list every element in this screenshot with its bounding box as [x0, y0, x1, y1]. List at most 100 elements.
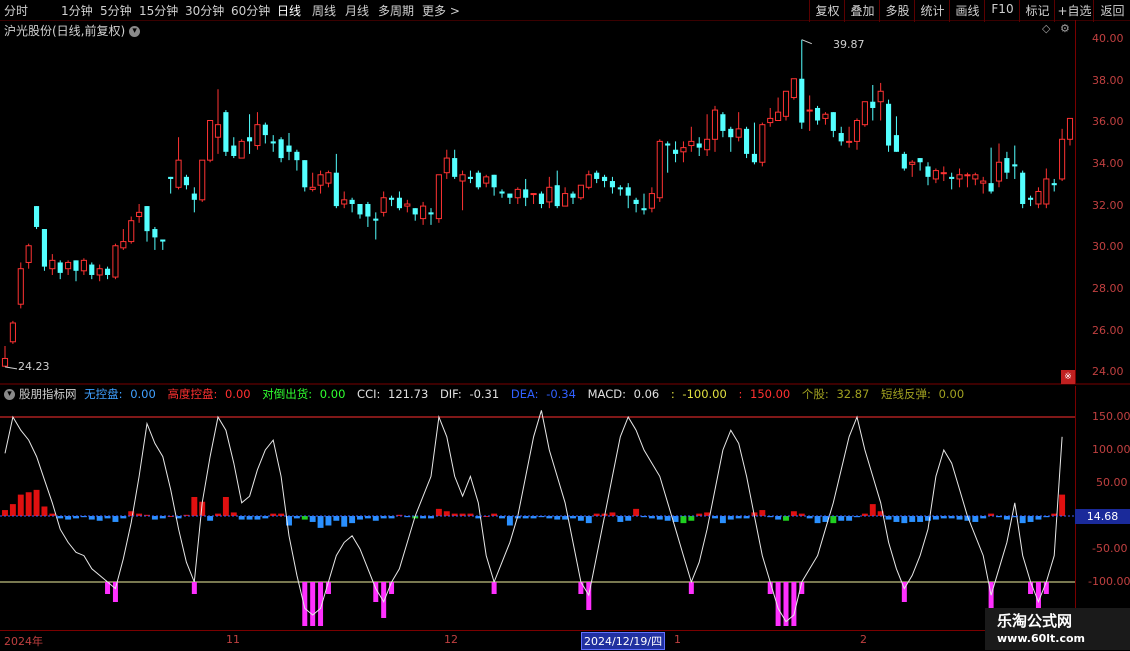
candle-body-down — [1012, 164, 1018, 167]
candle-body-down — [452, 158, 458, 177]
candle-body-down — [89, 264, 95, 275]
indicator-bar — [151, 516, 158, 520]
indicator-bar — [254, 516, 261, 520]
indicator-bar — [814, 516, 821, 524]
indicator-bar — [956, 516, 963, 520]
candle-body-up — [735, 128, 742, 138]
candle-body-up — [514, 188, 521, 199]
indicator-header: ▾ 股朋指标网 无控盘: 0.00 高度控盘: 0.00 对倒出货: 0.00 C… — [4, 386, 972, 402]
candle-body-down — [168, 176, 174, 179]
candle-body-down — [33, 206, 40, 227]
sign-icon[interactable]: ※ — [1061, 370, 1075, 384]
candle-body-up — [199, 159, 206, 201]
date-label: 11 — [226, 633, 240, 646]
candle-body-down — [57, 262, 63, 273]
candle-body-down — [41, 229, 48, 267]
candle-body-down — [183, 176, 190, 186]
indicator-bar — [625, 516, 632, 521]
indicator-bar — [309, 516, 316, 522]
oversold-spike — [389, 582, 395, 594]
indicator-bar — [88, 516, 95, 520]
candle-body-down — [475, 172, 481, 188]
candle-body-down — [885, 103, 892, 146]
indicator-bar — [112, 516, 119, 522]
candle-body-down — [73, 260, 79, 271]
candle-body-up — [128, 220, 135, 243]
kline-chart[interactable] — [0, 0, 1130, 650]
candle-body-up — [782, 90, 790, 117]
indicator-name[interactable]: 股朋指标网 — [19, 387, 77, 401]
candle-body-down — [625, 187, 631, 196]
candle-body-up — [711, 109, 719, 140]
candle-body-up — [822, 113, 829, 119]
indicator-bar — [357, 516, 363, 520]
candle-body-down — [104, 268, 111, 275]
candle-body-up — [656, 140, 663, 199]
candle-body-up — [790, 78, 797, 99]
candle-body-down — [696, 143, 702, 148]
candle-body-up — [65, 261, 72, 270]
ind-tick: 50.00 — [1096, 476, 1128, 489]
candle-body-up — [995, 161, 1003, 182]
candle-body-up — [435, 174, 442, 220]
indicator-bar — [1019, 516, 1026, 524]
candle-body-down — [152, 229, 158, 238]
indicator-bar — [222, 496, 229, 516]
candle-body-down — [396, 197, 403, 209]
candle-body-down — [262, 124, 268, 136]
ind-tick: 150.00 — [1092, 410, 1130, 423]
candle-body-down — [231, 145, 237, 156]
candle-body-up — [877, 90, 884, 103]
candle-body-down — [491, 174, 497, 188]
indicator-bar — [775, 516, 782, 520]
candle-body-up — [688, 140, 695, 147]
candle-body-down — [893, 135, 900, 152]
candle-body-down — [751, 153, 758, 163]
candle-body-up — [175, 159, 182, 188]
indicator-bar — [317, 516, 324, 528]
candle-body-down — [665, 143, 671, 146]
oversold-spike — [310, 582, 316, 626]
candle-body-up — [861, 101, 868, 126]
candle-body-up — [972, 174, 979, 180]
candle-body-up — [704, 138, 711, 151]
candle-body-down — [672, 149, 679, 154]
candle-body-down — [507, 193, 513, 198]
candle-body-down — [294, 151, 300, 161]
ind-macd: MACD: 0.06 — [587, 387, 660, 401]
candle-body-up — [530, 193, 537, 196]
candle-body-down — [349, 199, 355, 204]
candle-body-up — [214, 124, 222, 138]
oversold-spike — [688, 582, 694, 594]
candle-body-down — [365, 204, 371, 217]
candle-body-down — [467, 176, 474, 179]
ind-cci: CCI: 121.73 — [357, 387, 429, 401]
chevron-down-icon[interactable]: ▾ — [4, 389, 15, 400]
date-label: 2 — [860, 633, 867, 646]
candle-body-down — [609, 181, 616, 188]
indicator-bar — [246, 516, 253, 520]
ind-dea: DEA: -0.34 — [510, 387, 576, 401]
candle-body-down — [617, 187, 623, 190]
indicator-bar — [1059, 494, 1066, 516]
candle-body-up — [9, 322, 16, 343]
indicator-bar — [790, 511, 797, 516]
indicator-bar — [727, 516, 734, 520]
price-tick: 24.00 — [1092, 365, 1124, 378]
indicator-bar — [65, 516, 72, 520]
candle-body-down — [499, 191, 505, 194]
price-tick: 38.00 — [1092, 74, 1124, 87]
indicator-bar — [96, 516, 103, 521]
oversold-spike — [791, 582, 797, 626]
candle-body-down — [830, 112, 836, 131]
candle-body-up — [207, 120, 214, 161]
candle-body-down — [594, 172, 600, 179]
candle-body-up — [806, 109, 813, 112]
candle-body-down — [302, 160, 308, 188]
candle-body-up — [562, 193, 569, 207]
indicator-bar — [1003, 516, 1010, 520]
candle-body-down — [144, 206, 150, 232]
candle-body-up — [49, 259, 56, 270]
candle-body-up — [443, 157, 450, 174]
price-tick: 34.00 — [1092, 157, 1124, 170]
